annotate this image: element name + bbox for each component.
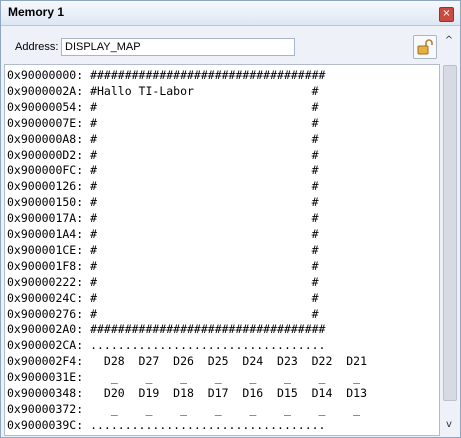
address-label: Address: (15, 41, 59, 53)
scroll-down-icon[interactable]: v (440, 417, 458, 433)
memory-line: 0x9000007E: # # (7, 115, 319, 130)
memory-line: 0x90000000: ############################… (7, 68, 326, 82)
memory-line: 0x9000031E: _ _ _ _ _ _ _ _ (7, 370, 361, 385)
memory-line: 0x90000126: # # (7, 179, 319, 194)
unlock-button[interactable] (413, 35, 437, 59)
memory-line: 0x900002CA: ............................… (7, 338, 326, 353)
memory-line: 0x900002A0: ############################… (7, 322, 326, 337)
memory-line: 0x900001A4: # # (7, 227, 319, 241)
memory-line: 0x90000054: # # (7, 99, 319, 114)
memory-view[interactable]: 0x90000000: ############################… (4, 64, 440, 436)
title-bar: Memory 1 × (1, 1, 460, 26)
memory-line: 0x900000A8: # # (7, 131, 319, 146)
memory-line: 0x90000276: # # (7, 306, 319, 321)
scroll-up-icon[interactable]: ^ (440, 33, 458, 49)
memory-line: 0x9000024C: # # (7, 290, 319, 305)
close-icon[interactable]: × (439, 7, 454, 22)
memory-line: 0x90000348: D20 D19 D18 D17 D16 D15 D14 … (7, 386, 368, 400)
address-bar: Address: (1, 26, 460, 64)
memory-line: 0x9000039C: ............................… (7, 417, 326, 432)
memory-window: Memory 1 × Address: 0x90000000: ########… (0, 0, 461, 438)
memory-line: 0x90000222: # # (7, 274, 319, 289)
vertical-scrollbar[interactable]: ^ v (440, 31, 458, 435)
scroll-thumb[interactable] (443, 65, 457, 401)
memory-line: 0x9000017A: # # (7, 211, 319, 226)
memory-line: 0x900002F4: D28 D27 D26 D25 D24 D23 D22 … (7, 354, 368, 369)
memory-line: 0x900000D2: # # (7, 147, 319, 162)
address-input[interactable] (61, 38, 295, 56)
memory-line: 0x900001F8: # # (7, 258, 319, 273)
window-title: Memory 1 (8, 5, 65, 19)
memory-line: 0x900000FC: # # (7, 163, 319, 178)
unlock-icon (417, 39, 433, 55)
memory-line: 0x90000150: # # (7, 195, 319, 210)
memory-line: 0x900001CE: # # (7, 242, 319, 257)
memory-line: 0x90000372: _ _ _ _ _ _ _ _ (7, 401, 361, 416)
memory-line: 0x9000002A: #Hallo TI-Labor # (7, 83, 319, 98)
